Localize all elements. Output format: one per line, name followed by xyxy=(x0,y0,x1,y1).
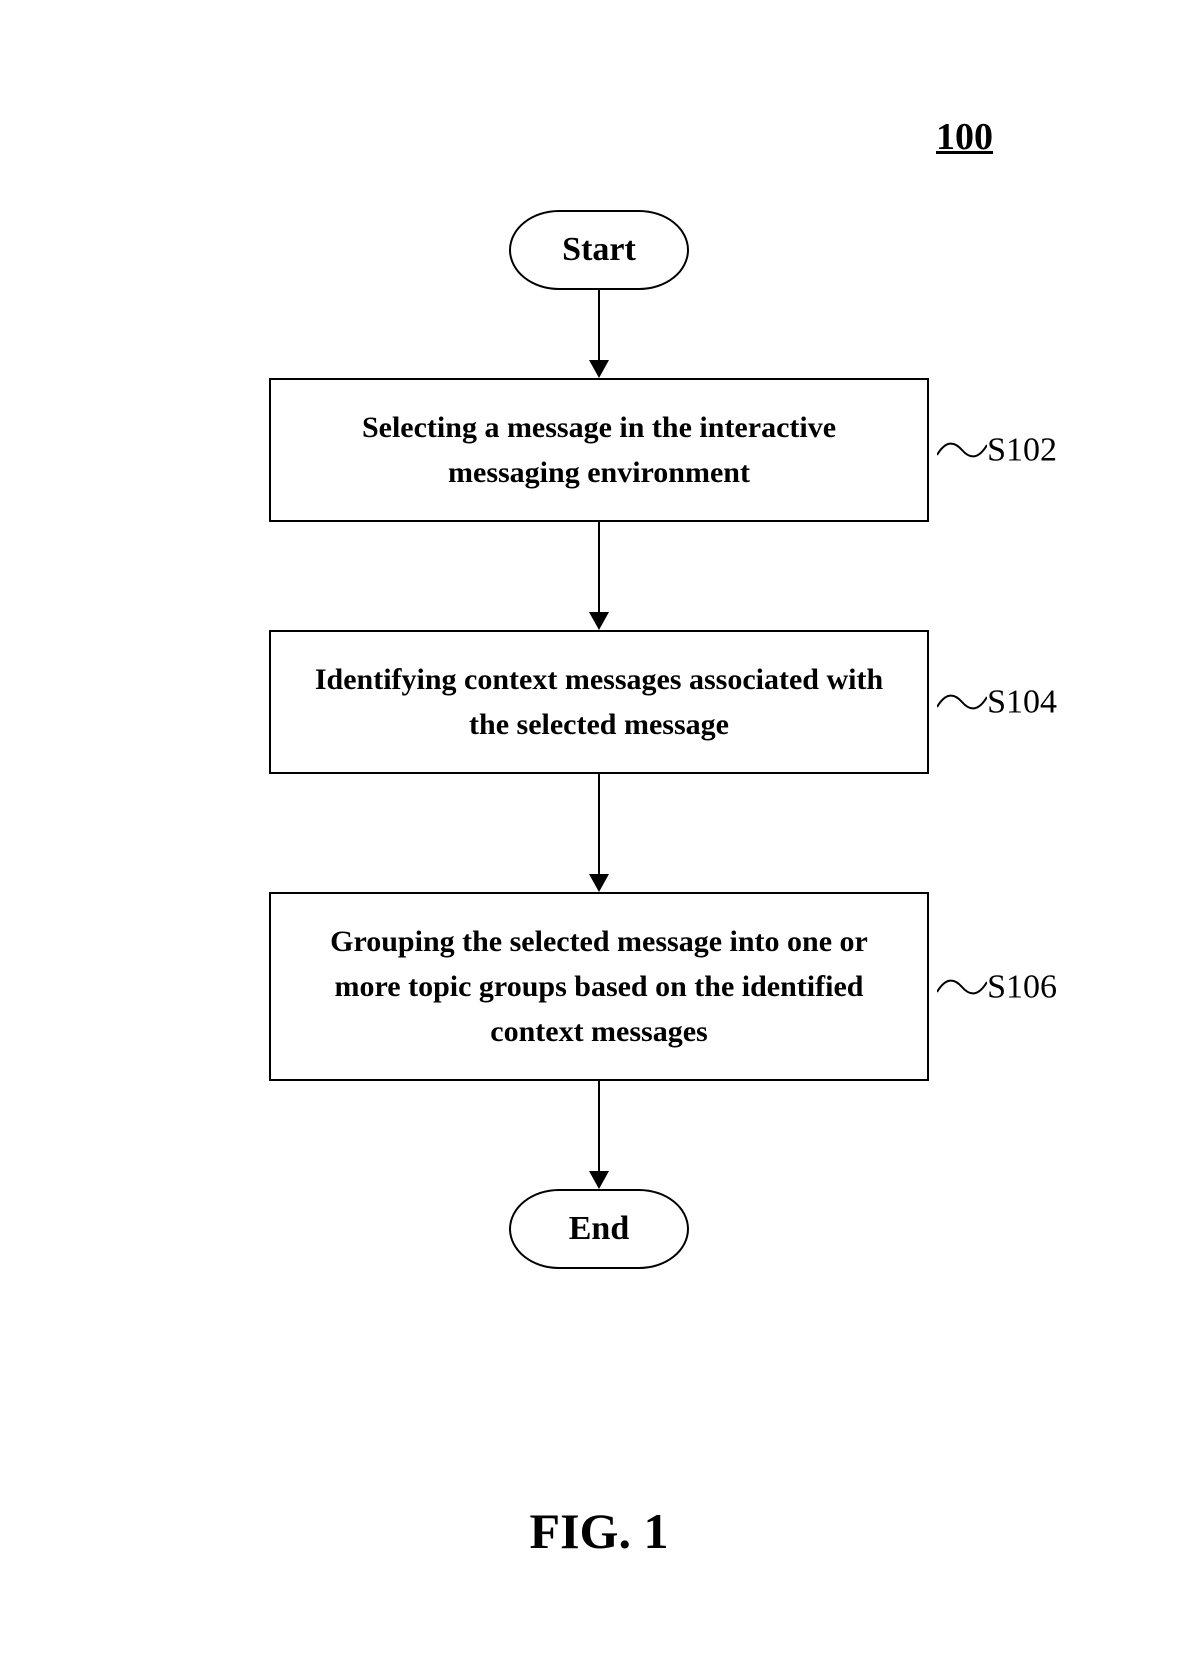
arrow-2 xyxy=(589,522,609,630)
step-3-label: S106 xyxy=(987,961,1057,1012)
step-2-text: Identifying context messages associated … xyxy=(315,663,883,741)
start-label: Start xyxy=(562,231,636,269)
process-step-1: Selecting a message in the interactive m… xyxy=(269,378,929,522)
arrow-1 xyxy=(589,290,609,378)
step-3-text: Grouping the selected message into one o… xyxy=(330,925,868,1048)
end-label: End xyxy=(569,1210,630,1248)
connector-squiggle-1 xyxy=(937,430,987,470)
flowchart-container: Start Selecting a message in the interac… xyxy=(269,210,929,1269)
process-step-3: Grouping the selected message into one o… xyxy=(269,892,929,1081)
start-terminal: Start xyxy=(509,210,689,290)
step-1-label: S102 xyxy=(987,425,1057,476)
connector-squiggle-2 xyxy=(937,682,987,722)
connector-squiggle-3 xyxy=(937,967,987,1007)
figure-caption: FIG. 1 xyxy=(530,1502,669,1560)
arrow-4 xyxy=(589,1081,609,1189)
arrow-3 xyxy=(589,774,609,892)
step-2-label: S104 xyxy=(987,677,1057,728)
figure-number: 100 xyxy=(936,115,993,159)
step-1-text: Selecting a message in the interactive m… xyxy=(362,411,836,489)
process-step-2: Identifying context messages associated … xyxy=(269,630,929,774)
end-terminal: End xyxy=(509,1189,689,1269)
